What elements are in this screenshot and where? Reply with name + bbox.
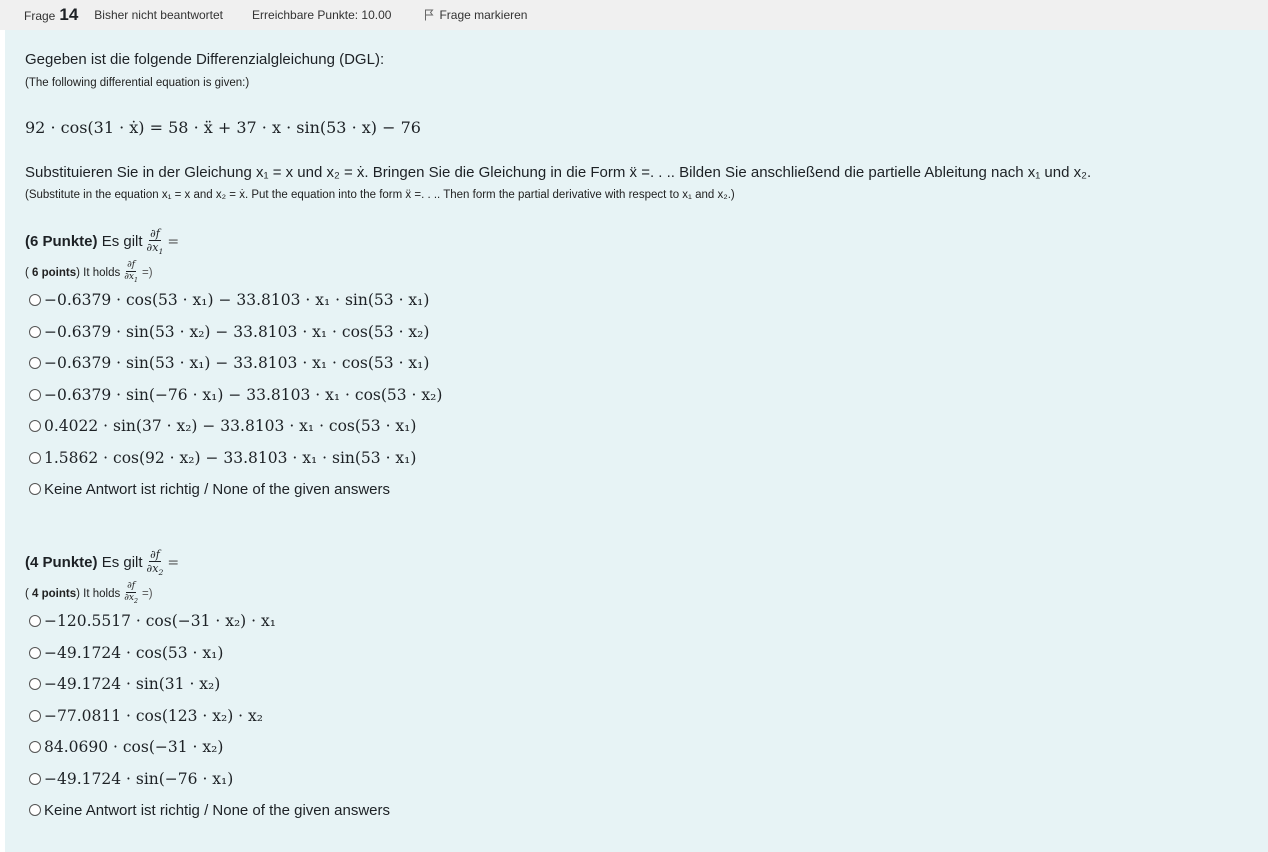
flag-icon [425, 9, 434, 21]
question-points: Erreichbare Punkte: 10.00 [252, 8, 392, 22]
part1-option-1[interactable]: −0.6379 · cos(53 · x₁) − 33.8103 · x₁ · … [29, 289, 429, 311]
part1-option-5[interactable]: 0.4022 · sin(37 · x₂) − 33.8103 · x₁ · c… [29, 415, 416, 437]
question-number-value: 14 [59, 5, 79, 24]
part1-it-holds: It holds [83, 266, 121, 279]
radio-button[interactable] [29, 773, 41, 785]
radio-button[interactable] [29, 452, 41, 464]
part2-option-2[interactable]: −49.1724 · cos(53 · x₁) [29, 642, 223, 664]
radio-button[interactable] [29, 483, 41, 495]
part2-option-5[interactable]: 84.0690 · cos(−31 · x₂) [29, 736, 223, 758]
part1-prompt-en: ( 6 points) It holds ∂f ∂x1 =) [25, 260, 153, 284]
partial-derivative-x2: ∂f ∂x2 [146, 548, 164, 578]
radio-button[interactable] [29, 389, 41, 401]
flag-question-label: Frage markieren [439, 8, 528, 22]
part1-option-3[interactable]: −0.6379 · sin(53 · x₁) − 33.8103 · x₁ · … [29, 352, 429, 374]
question-status: Bisher nicht beantwortet [94, 8, 224, 22]
part2-prompt-en: ( 4 points) It holds ∂f ∂x2 =) [25, 581, 153, 605]
part1-option-none[interactable]: Keine Antwort ist richtig / None of the … [29, 478, 390, 500]
part2-option-1[interactable]: −120.5517 · cos(−31 · x₂) · x₁ [29, 610, 276, 632]
question-content: Gegeben ist die folgende Differenzialgle… [5, 30, 1268, 852]
substitution-text-en: (Substitute in the equation x₁ = x and x… [25, 189, 735, 201]
substitution-text-de: Substituieren Sie in der Gleichung x₁ = … [25, 164, 1092, 181]
frage-label: Frage [24, 9, 56, 23]
part2-option-4[interactable]: −77.0811 · cos(123 · x₂) · x₂ [29, 705, 263, 727]
part1-points-de: (6 Punkte) [25, 233, 98, 251]
radio-button[interactable] [29, 294, 41, 306]
flag-question-button[interactable]: Frage markieren [424, 8, 527, 22]
intro-text-en: (The following differential equation is … [25, 77, 250, 89]
part2-points-de: (4 Punkte) [25, 554, 98, 572]
partial-derivative-x2-small: ∂f ∂x2 [124, 581, 138, 605]
part1-option-4[interactable]: −0.6379 · sin(−76 · x₁) − 33.8103 · x₁ ·… [29, 384, 442, 406]
part2-option-6[interactable]: −49.1724 · sin(−76 · x₁) [29, 768, 233, 790]
part1-es-gilt: Es gilt [101, 233, 143, 251]
radio-button[interactable] [29, 741, 41, 753]
part1-option-2[interactable]: −0.6379 · sin(53 · x₂) − 33.8103 · x₁ · … [29, 321, 429, 343]
partial-derivative-x1-small: ∂f ∂x1 [124, 260, 138, 284]
question-number: Frage 14 [24, 5, 78, 25]
radio-button[interactable] [29, 647, 41, 659]
part1-prompt-de: (6 Punkte) Es gilt ∂f ∂x1 = [25, 227, 180, 257]
radio-button[interactable] [29, 678, 41, 690]
radio-button[interactable] [29, 357, 41, 369]
part2-points-en: 4 points [32, 587, 77, 600]
intro-text-de: Gegeben ist die folgende Differenzialgle… [25, 51, 385, 68]
part2-prompt-de: (4 Punkte) Es gilt ∂f ∂x2 = [25, 548, 180, 578]
partial-derivative-x1: ∂f ∂x1 [146, 227, 164, 257]
part1-option-6[interactable]: 1.5862 · cos(92 · x₂) − 33.8103 · x₁ · s… [29, 447, 416, 469]
part1-points-en: 6 points [32, 266, 77, 279]
part2-it-holds: It holds [83, 587, 121, 600]
radio-button[interactable] [29, 710, 41, 722]
radio-button[interactable] [29, 615, 41, 627]
differential-equation: 92 · cos(31 · ẋ) = 58 · ẍ + 37 · x · sin… [25, 118, 421, 137]
radio-button[interactable] [29, 326, 41, 338]
radio-button[interactable] [29, 420, 41, 432]
part2-es-gilt: Es gilt [101, 554, 143, 572]
part2-option-3[interactable]: −49.1724 · sin(31 · x₂) [29, 673, 220, 695]
part2-option-none[interactable]: Keine Antwort ist richtig / None of the … [29, 799, 390, 821]
radio-button[interactable] [29, 804, 41, 816]
question-info-bar: Frage 14 Bisher nicht beantwortet Erreic… [0, 0, 1268, 30]
